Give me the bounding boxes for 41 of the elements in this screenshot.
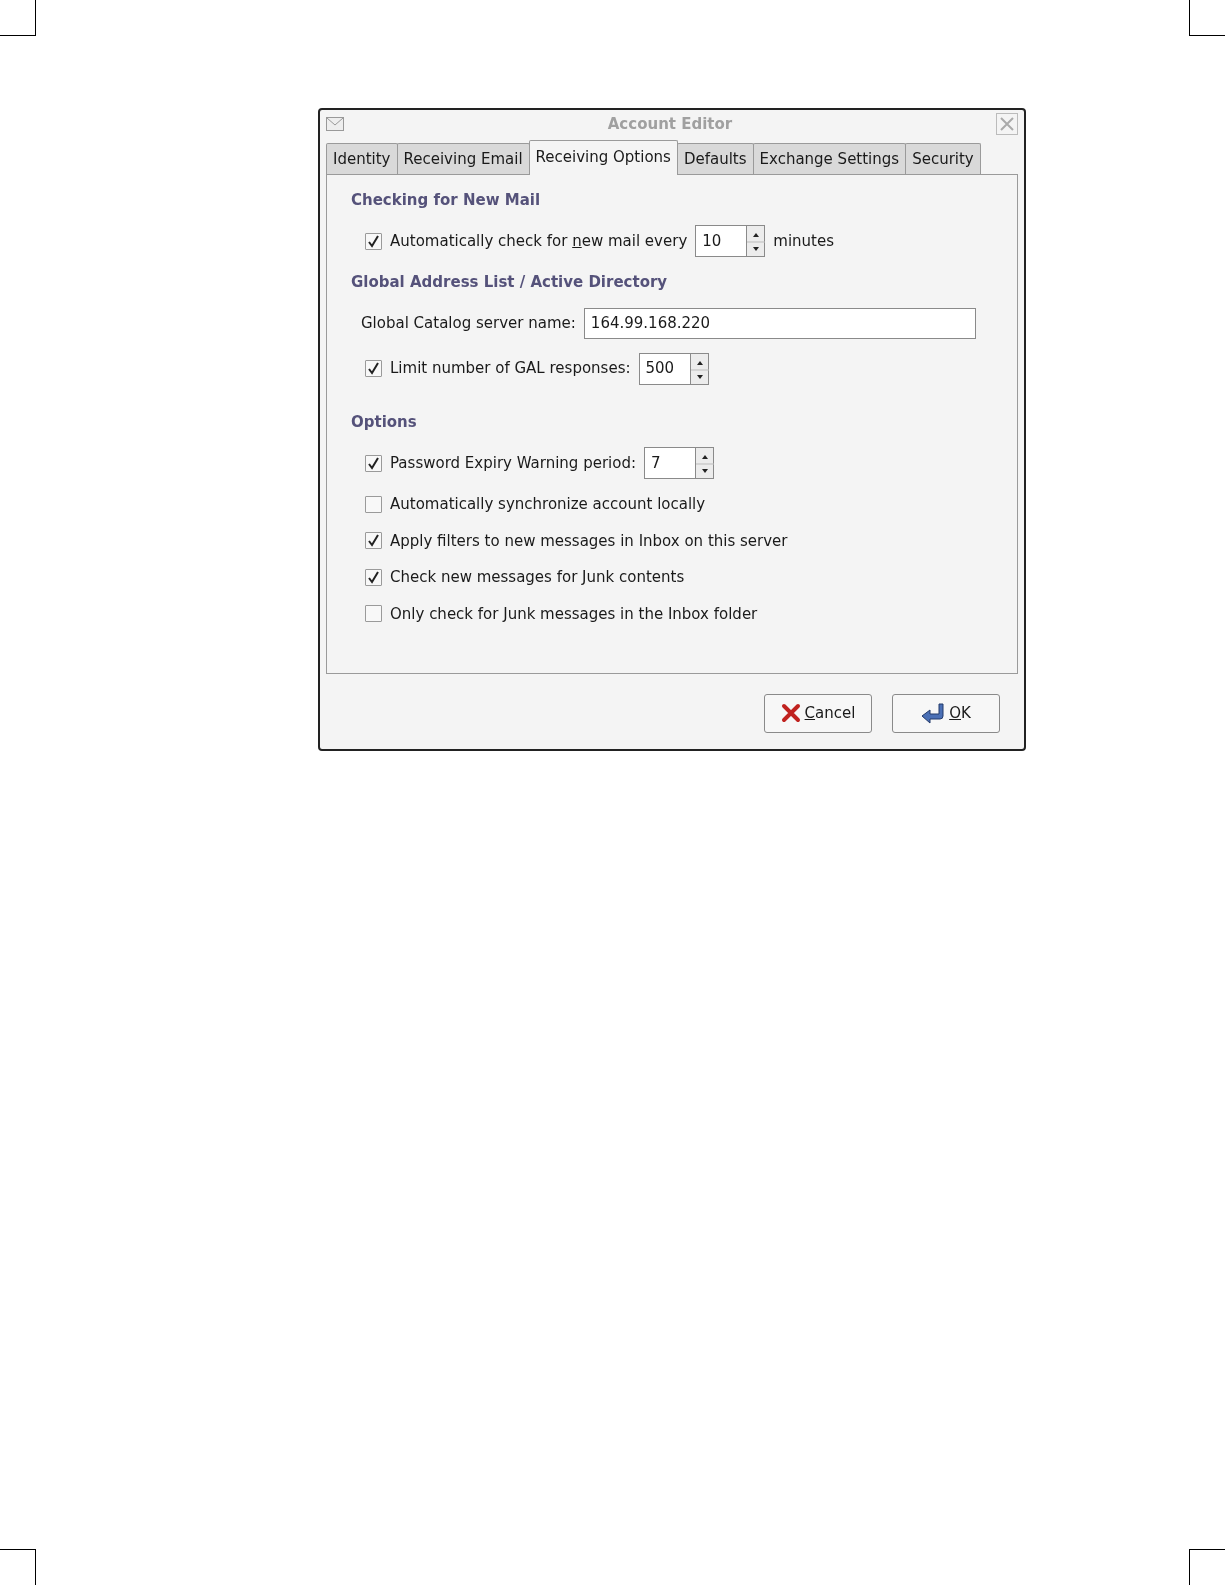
checkbox[interactable] [365, 360, 382, 377]
number-field[interactable]: 10 [695, 225, 748, 257]
checkbox[interactable] [365, 495, 382, 513]
tab[interactable]: Exchange Settings [752, 143, 907, 174]
option-label: Global Catalog server name: [361, 312, 576, 334]
checkbox[interactable] [365, 605, 382, 623]
tab[interactable]: Defaults [676, 143, 754, 174]
return-arrow-icon [921, 702, 946, 724]
checkbox[interactable] [365, 568, 382, 586]
spin-buttons[interactable] [747, 225, 766, 257]
number-field[interactable]: 7 [643, 447, 696, 479]
spin-buttons[interactable] [690, 352, 709, 385]
number-field[interactable]: 500 [638, 352, 691, 385]
crop-mark [0, 1549, 36, 1585]
tab[interactable]: Identity [326, 143, 398, 174]
option-label: Limit number of GAL responses: [390, 358, 631, 380]
envelope-icon [326, 117, 344, 131]
window-title: Account Editor [606, 113, 734, 135]
checkbox[interactable] [365, 232, 382, 250]
option-label: Password Expiry Warning period: [390, 452, 636, 474]
checkbox[interactable] [365, 532, 382, 550]
option-label: Only check for Junk messages in the Inbox folder [390, 603, 758, 625]
tab[interactable]: Receiving Email [396, 143, 530, 174]
unit-label: minutes [773, 230, 834, 252]
crop-mark [0, 0, 36, 36]
crop-mark [1189, 0, 1225, 36]
cancel-button[interactable]: Cancel [764, 693, 872, 733]
section-heading: Checking for New Mail [351, 189, 542, 211]
tab[interactable]: Security [905, 143, 981, 174]
crop-mark [1189, 1549, 1225, 1585]
section-heading: Global Address List / Active Directory [351, 272, 669, 293]
ok-button[interactable]: OK [892, 693, 1000, 733]
option-label: Apply filters to new messages in Inbox on this server [390, 530, 788, 552]
option-label: Automatically synchronize account locally [390, 494, 706, 515]
option-label: Automatically check for new mail every [390, 230, 688, 252]
tab[interactable]: Receiving Options [528, 140, 678, 175]
text-field[interactable]: 164.99.168.220 [583, 307, 976, 339]
checkbox[interactable] [365, 454, 382, 472]
option-label: Check new messages for Junk contents [390, 567, 685, 588]
section-heading: Options [351, 411, 418, 433]
x-icon [780, 703, 801, 723]
